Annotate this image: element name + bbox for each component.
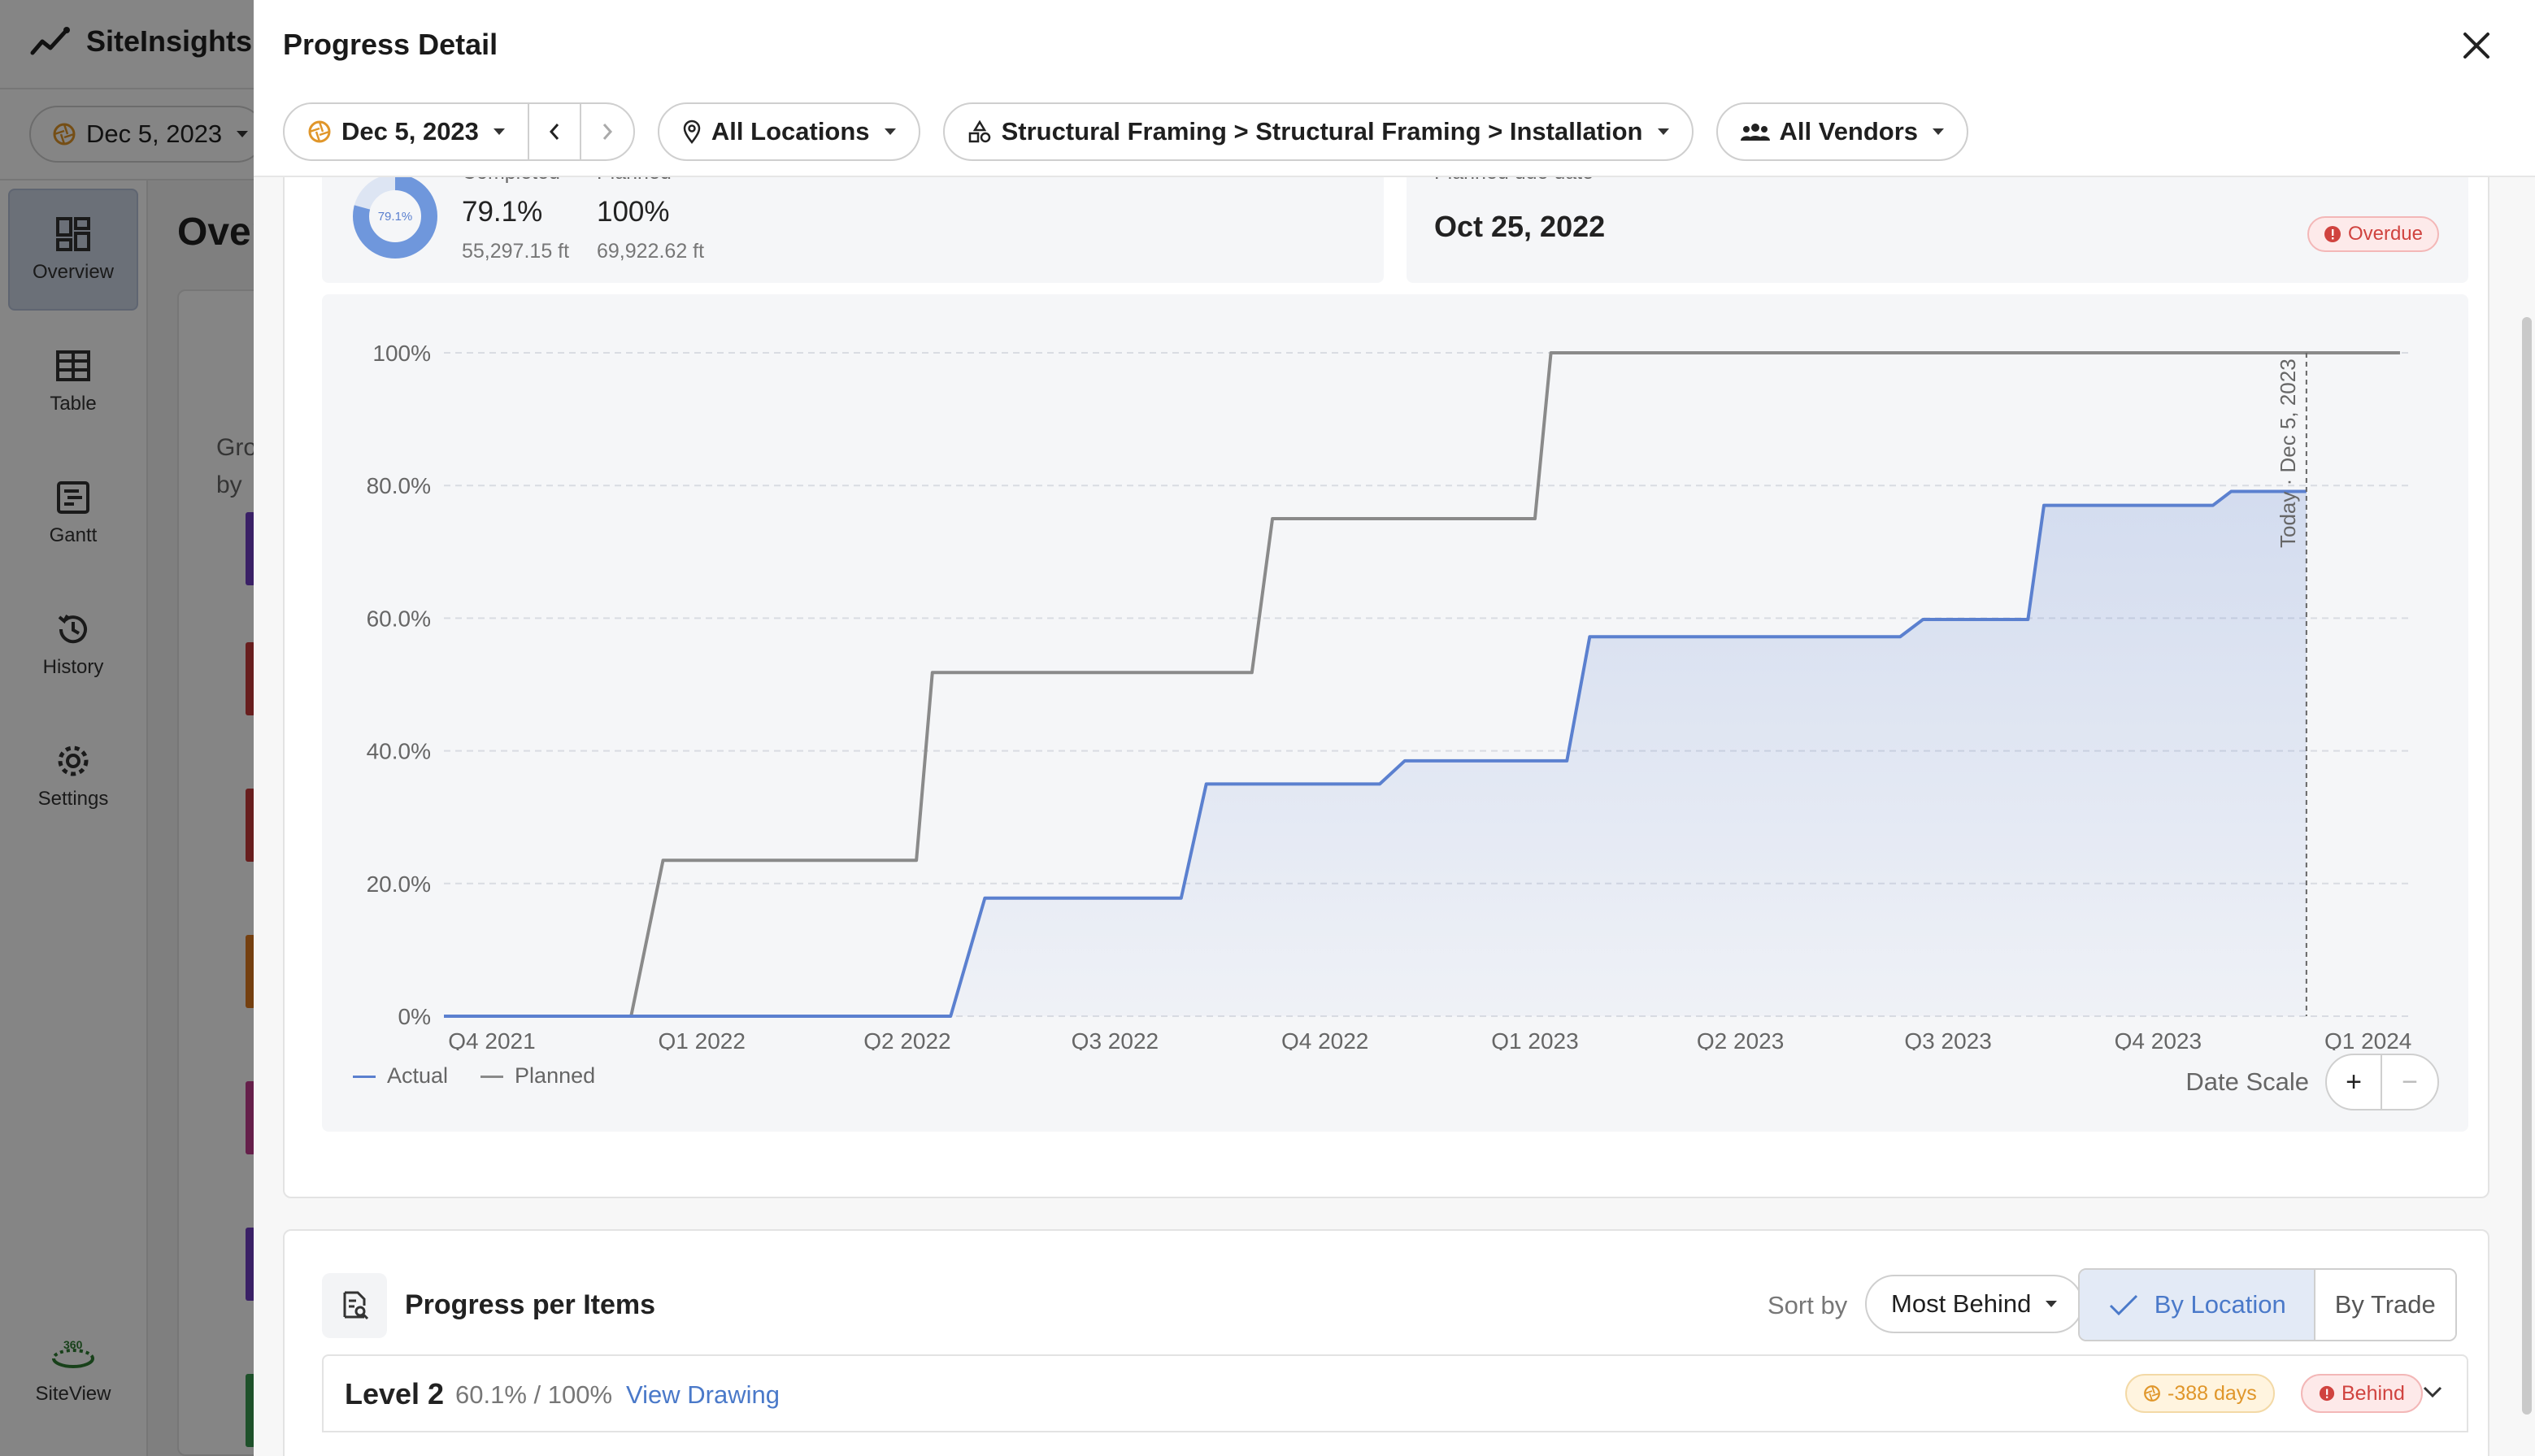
items-title: Progress per Items: [405, 1289, 656, 1320]
y-tick-label: 100%: [372, 341, 431, 366]
status-text: Behind: [2342, 1381, 2405, 1405]
modal-header: Progress Detail Dec 5, 2023 All Location…: [254, 0, 2535, 177]
days-text: -388 days: [2168, 1381, 2257, 1405]
location-filter[interactable]: All Locations: [657, 102, 920, 161]
x-tick-label: Q2 2023: [1697, 1028, 1784, 1050]
zoom-out-button[interactable]: −: [2382, 1055, 2437, 1109]
x-tick-label: Q1 2024: [2324, 1028, 2411, 1050]
x-tick-label: Q3 2022: [1072, 1028, 1159, 1050]
document-search-icon: [343, 1291, 369, 1320]
zoom-controls: + −: [2325, 1054, 2439, 1110]
y-tick-label: 60.0%: [367, 606, 431, 631]
scrollbar[interactable]: [2522, 317, 2532, 1415]
planned-qty: 69,922.62 ft: [597, 240, 705, 263]
progress-detail-modal: Progress Detail Dec 5, 2023 All Location…: [254, 0, 2535, 1456]
close-button[interactable]: [2457, 26, 2496, 65]
sort-value: Most Behind: [1891, 1289, 2032, 1318]
by-trade-button[interactable]: By Trade: [2315, 1270, 2455, 1340]
x-tick-label: Q1 2022: [659, 1028, 746, 1050]
completed-pct: 79.1%: [462, 196, 543, 228]
vendor-filter-text: All Vendors: [1779, 117, 1919, 146]
sort-label: Sort by: [1768, 1291, 1848, 1319]
progress-per-items-card: Progress per Items Sort by Most Behind B…: [283, 1229, 2489, 1456]
date-text: Dec 5, 2023: [341, 117, 479, 146]
legend-actual[interactable]: Actual: [353, 1063, 448, 1089]
level-progress: 60.1% / 100%: [455, 1380, 613, 1409]
y-tick-label: 80.0%: [367, 473, 431, 498]
legend-planned[interactable]: Planned: [480, 1063, 595, 1089]
check-icon: [2109, 1294, 2137, 1316]
close-icon: [2463, 33, 2489, 59]
vendor-filter[interactable]: All Vendors: [1715, 102, 1969, 161]
alert-icon: [2324, 226, 2341, 242]
filter-bar: Dec 5, 2023 All Locations Structural Fra…: [283, 102, 1969, 161]
date-selector: Dec 5, 2023: [283, 102, 635, 161]
group-icon: [1740, 124, 1770, 141]
x-tick-label: Q4 2022: [1281, 1028, 1368, 1050]
y-tick-label: 40.0%: [367, 739, 431, 764]
by-location-button[interactable]: By Location: [2080, 1270, 2315, 1340]
date-scale-label: Date Scale: [2185, 1067, 2309, 1096]
level-name: Level 2: [345, 1377, 445, 1410]
today-marker-label: Today · Dec 5, 2023: [2276, 359, 2300, 548]
items-icon-box: [322, 1273, 387, 1338]
completed-qty: 55,297.15 ft: [462, 240, 570, 263]
by-location-label: By Location: [2154, 1290, 2286, 1319]
x-tick-label: Q4 2021: [448, 1028, 535, 1050]
trade-filter[interactable]: Structural Framing > Structural Framing …: [942, 102, 1694, 161]
due-date-value: Oct 25, 2022: [1434, 210, 1606, 243]
chevron-down-icon: [884, 128, 896, 135]
chevron-left-icon: [549, 124, 559, 140]
y-tick-label: 0%: [398, 1004, 431, 1029]
x-tick-label: Q4 2023: [2115, 1028, 2202, 1050]
x-tick-label: Q2 2022: [863, 1028, 950, 1050]
chart-legend: Actual Planned: [353, 1063, 595, 1089]
date-dropdown[interactable]: Dec 5, 2023: [285, 104, 529, 159]
sort-dropdown[interactable]: Most Behind: [1865, 1275, 2084, 1333]
days-badge: -388 days: [2125, 1374, 2275, 1413]
overdue-text: Overdue: [2347, 223, 2423, 245]
zoom-in-button[interactable]: +: [2327, 1055, 2382, 1109]
list-item[interactable]: Level 2 60.1% / 100% View Drawing -388 d…: [322, 1354, 2468, 1432]
x-tick-label: Q3 2023: [1904, 1028, 1991, 1050]
expand-chevron-icon[interactable]: [2421, 1384, 2444, 1400]
y-tick-label: 20.0%: [367, 871, 431, 897]
aperture-icon: [2144, 1385, 2160, 1402]
chevron-down-icon: [2046, 1301, 2058, 1307]
chevron-down-icon: [1933, 128, 1945, 135]
group-toggle: By Location By Trade: [2078, 1268, 2457, 1341]
alert-icon: [2319, 1385, 2335, 1402]
location-pin-icon: [683, 120, 701, 144]
progress-card: 79.1% Completed 79.1% 55,297.15 ft Plann…: [283, 138, 2489, 1198]
modal-content[interactable]: 79.1% Completed 79.1% 55,297.15 ft Plann…: [254, 138, 2535, 1456]
completion-donut: 79.1%: [353, 174, 437, 259]
planned-pct: 100%: [597, 196, 670, 228]
donut-label: 79.1%: [378, 210, 413, 224]
chevron-down-icon: [1657, 128, 1669, 135]
trade-filter-text: Structural Framing > Structural Framing …: [1001, 117, 1643, 146]
date-scale-control: Date Scale + −: [2185, 1054, 2439, 1110]
modal-title: Progress Detail: [283, 28, 498, 61]
shapes-icon: [968, 120, 990, 143]
overdue-badge: Overdue: [2307, 216, 2439, 252]
view-drawing-link[interactable]: View Drawing: [626, 1380, 780, 1410]
next-date-button[interactable]: [581, 104, 633, 159]
progress-chart-svg: 0% 20.0% 40.0% 60.0% 80.0% 100% Q4 2021 Q1 2022…: [367, 341, 2412, 1050]
location-filter-text: All Locations: [711, 117, 870, 146]
by-trade-label: By Trade: [2334, 1290, 2436, 1319]
aperture-icon: [308, 120, 331, 143]
chevron-right-icon: [602, 124, 612, 140]
x-tick-label: Q1 2023: [1491, 1028, 1578, 1050]
chevron-down-icon: [493, 128, 505, 135]
progress-chart: 0% 20.0% 40.0% 60.0% 80.0% 100% Q4 2021 Q1 2022…: [322, 294, 2468, 1132]
previous-date-button[interactable]: [529, 104, 581, 159]
actual-area: [444, 491, 2307, 1016]
status-badge: Behind: [2301, 1374, 2423, 1413]
